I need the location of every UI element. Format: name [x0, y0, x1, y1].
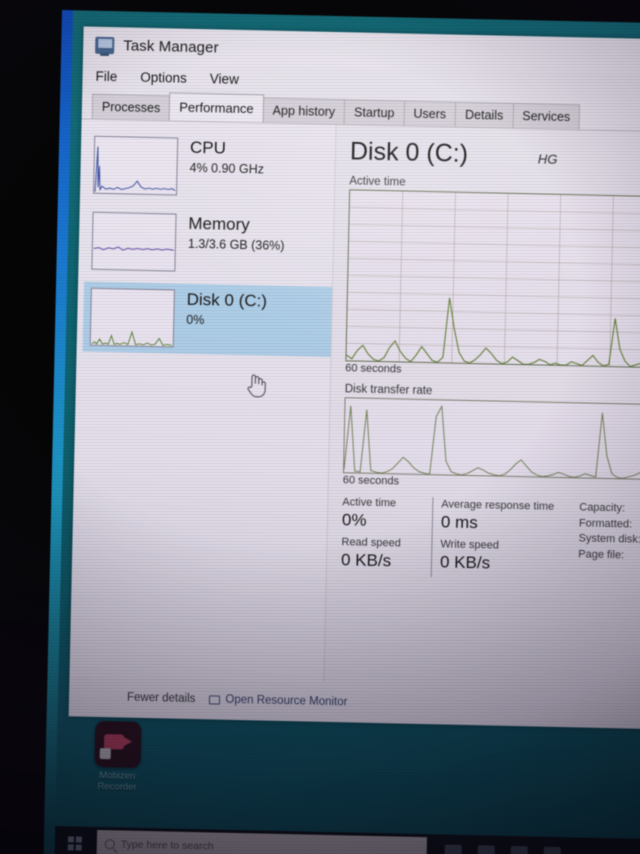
tab-services[interactable]: Services — [512, 102, 581, 130]
sidebar-item-cpu[interactable]: CPU 4% 0.90 GHz — [86, 130, 335, 205]
desktop-background: Mobizen Recorder Type here to search Tas… — [54, 10, 640, 854]
disk-thumbnail-graph — [89, 287, 175, 348]
disk-model-label: HG — [537, 151, 558, 167]
disk-detail-panel: Disk 0 (C:) HG Active time 60 seconds Di… — [324, 125, 640, 689]
resource-sidebar: CPU 4% 0.90 GHz Memory 1.3/3.6 GB (36%) … — [69, 119, 337, 682]
open-resource-monitor-link[interactable]: Open Resource Monitor — [209, 693, 348, 709]
property-system-disk-key: System disk: — [578, 532, 640, 546]
tab-startup[interactable]: Startup — [343, 99, 405, 126]
search-icon — [104, 839, 115, 850]
sidebar-cpu-name: CPU — [189, 137, 227, 158]
menu-item-options[interactable]: Options — [140, 70, 187, 86]
taskbar-search-placeholder: Type here to search — [120, 838, 214, 853]
taskbar-icon-3[interactable] — [510, 845, 528, 854]
sidebar-memory-detail: 1.3/3.6 GB (36%) — [187, 236, 285, 253]
stat-active-time: Active time 0% Read speed 0 KB/s — [341, 495, 433, 577]
cpu-thumbnail-graph — [92, 135, 179, 196]
stat-active-time-value: 0% — [341, 510, 367, 530]
stat-response-and-write: Average response time 0 ms Write speed 0… — [430, 497, 568, 581]
tab-performance[interactable]: Performance — [168, 92, 264, 123]
disk-transfer-rate-graph — [342, 397, 640, 481]
sidebar-item-disk0[interactable]: Disk 0 (C:) 0% — [82, 281, 333, 357]
property-capacity-key: Capacity: — [579, 501, 626, 515]
sidebar-disk0-detail: 0% — [186, 312, 205, 328]
window-title: Task Manager — [123, 36, 219, 56]
tab-details[interactable]: Details — [454, 101, 514, 128]
menu-item-view[interactable]: View — [210, 71, 239, 87]
windows-logo-icon — [67, 836, 82, 851]
taskbar: Type here to search — [54, 826, 640, 854]
taskbar-pinned-icons — [444, 844, 561, 854]
task-manager-icon — [95, 36, 115, 54]
taskbar-search-input[interactable]: Type here to search — [96, 829, 428, 854]
start-button[interactable] — [54, 826, 95, 854]
tab-users[interactable]: Users — [403, 100, 457, 127]
laptop-screen: Mobizen Recorder Type here to search Tas… — [43, 10, 640, 854]
desktop-icon-label-line2: Recorder — [97, 780, 137, 793]
taskbar-icon-2[interactable] — [477, 844, 495, 854]
sidebar-cpu-detail: 4% 0.90 GHz — [189, 160, 265, 177]
menu-item-file[interactable]: File — [95, 69, 117, 84]
panel-header: Disk 0 (C:) HG — [350, 137, 640, 173]
tab-processes[interactable]: Processes — [91, 93, 171, 121]
active-time-graph — [345, 189, 640, 369]
stat-write-speed-value: 0 KB/s — [439, 552, 491, 573]
property-page-file: Page file: Ye — [578, 547, 640, 565]
sidebar-disk0-name: Disk 0 (C:) — [186, 289, 268, 311]
sidebar-memory-name: Memory — [188, 213, 250, 235]
fewer-details-button[interactable]: Fewer details — [127, 692, 196, 705]
page-title: Disk 0 (C:) — [349, 137, 469, 168]
stat-read-speed-value: 0 KB/s — [340, 550, 392, 571]
sidebar-item-memory[interactable]: Memory 1.3/3.6 GB (36%) — [84, 206, 333, 281]
property-formatted-key: Formatted: — [578, 516, 633, 531]
taskbar-icon-1[interactable] — [444, 844, 462, 854]
task-manager-window: Task Manager File Options View Processes… — [68, 26, 640, 730]
desktop-icon-mobizen-recorder[interactable]: Mobizen Recorder — [78, 720, 158, 794]
taskbar-icon-4[interactable] — [543, 846, 561, 854]
disk-properties: Capacity: 4 Formatted: 2 System disk: Ye — [566, 500, 640, 582]
video-camera-icon — [94, 720, 142, 768]
memory-thumbnail-graph — [91, 211, 177, 272]
disk-statistics: Active time 0% Read speed 0 KB/s Average… — [341, 495, 640, 582]
performance-body: CPU 4% 0.90 GHz Memory 1.3/3.6 GB (36%) … — [69, 119, 640, 689]
property-page-file-key: Page file: — [578, 547, 625, 561]
tab-app-history[interactable]: App history — [262, 97, 346, 125]
monitor-icon — [209, 694, 221, 705]
stat-avg-response-value: 0 ms — [440, 512, 478, 533]
open-resource-monitor-label: Open Resource Monitor — [225, 693, 348, 709]
photo-of-laptop-screen: Mobizen Recorder Type here to search Tas… — [0, 0, 640, 854]
